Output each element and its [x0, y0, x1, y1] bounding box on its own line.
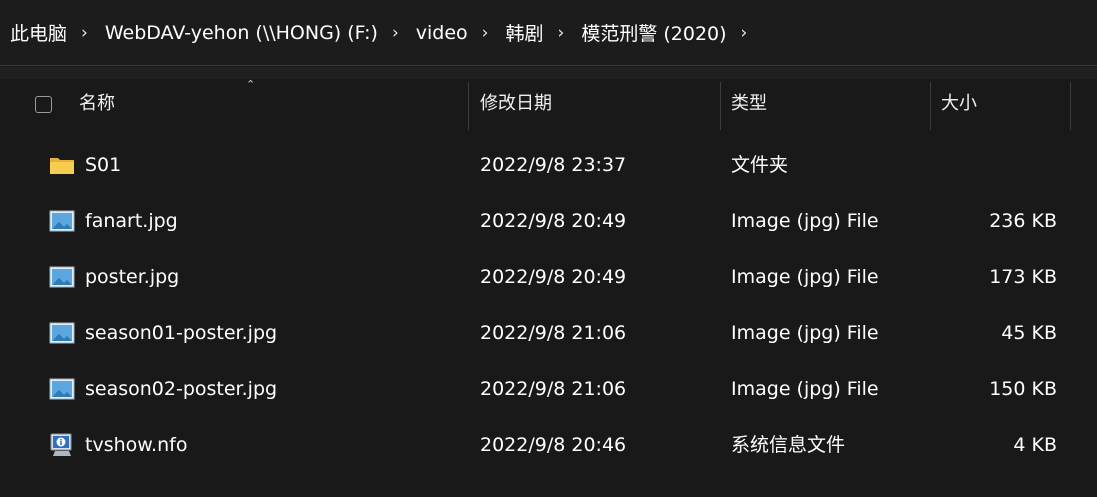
- file-type: Image (jpg) File: [731, 322, 879, 344]
- image-file-icon: [49, 378, 75, 400]
- image-file-icon: [49, 266, 75, 288]
- file-name: fanart.jpg: [85, 210, 178, 232]
- file-type: Image (jpg) File: [731, 266, 879, 288]
- file-size: 173 KB: [989, 266, 1057, 288]
- breadcrumb-item-kdrama[interactable]: 韩剧: [505, 19, 543, 46]
- column-divider[interactable]: [720, 82, 721, 130]
- folder-icon: [50, 158, 74, 174]
- breadcrumb-item-current-folder[interactable]: 模范刑警 (2020): [581, 19, 726, 46]
- sort-ascending-icon: ⌃: [246, 78, 256, 91]
- file-date: 2022/9/8 21:06: [480, 378, 627, 400]
- breadcrumb-item-video[interactable]: video: [416, 22, 468, 44]
- file-date: 2022/9/8 20:46: [480, 434, 627, 456]
- image-file-icon: [49, 322, 75, 344]
- file-name: S01: [85, 154, 122, 176]
- image-file-icon: [49, 210, 75, 232]
- file-row[interactable]: S01 2022/9/8 23:37 文件夹: [0, 137, 1097, 193]
- file-row[interactable]: tvshow.nfo 2022/9/8 20:46 系统信息文件 4 KB: [0, 417, 1097, 473]
- column-header-date[interactable]: 修改日期: [480, 92, 552, 116]
- file-size: 150 KB: [989, 378, 1057, 400]
- file-date: 2022/9/8 23:37: [480, 154, 627, 176]
- file-name: tvshow.nfo: [85, 434, 188, 456]
- chevron-right-icon[interactable]: ›: [558, 23, 565, 43]
- file-size: 236 KB: [989, 210, 1057, 232]
- column-divider[interactable]: [930, 82, 931, 130]
- file-row[interactable]: season01-poster.jpg 2022/9/8 21:06 Image…: [0, 305, 1097, 361]
- file-date: 2022/9/8 20:49: [480, 210, 627, 232]
- file-row[interactable]: poster.jpg 2022/9/8 20:49 Image (jpg) Fi…: [0, 249, 1097, 305]
- column-divider[interactable]: [1070, 82, 1071, 130]
- breadcrumb-item-drive[interactable]: WebDAV-yehon (\\HONG) (F:): [105, 22, 378, 44]
- file-name: season02-poster.jpg: [85, 378, 278, 400]
- file-date: 2022/9/8 20:49: [480, 266, 627, 288]
- column-divider[interactable]: [468, 82, 469, 130]
- file-date: 2022/9/8 21:06: [480, 322, 627, 344]
- info-file-icon: [50, 433, 72, 456]
- chevron-right-icon[interactable]: ›: [81, 23, 88, 43]
- file-type: 系统信息文件: [731, 434, 846, 456]
- file-type: Image (jpg) File: [731, 210, 879, 232]
- breadcrumb: 此电脑 › WebDAV-yehon (\\HONG) (F:) › video…: [0, 0, 764, 66]
- file-type: Image (jpg) File: [731, 378, 879, 400]
- file-name: season01-poster.jpg: [85, 322, 278, 344]
- file-row[interactable]: fanart.jpg 2022/9/8 20:49 Image (jpg) Fi…: [0, 193, 1097, 249]
- column-header-name[interactable]: 名称: [79, 92, 115, 116]
- column-header-size[interactable]: 大小: [941, 92, 977, 116]
- file-type: 文件夹: [731, 154, 789, 176]
- breadcrumb-item-this-pc[interactable]: 此电脑: [10, 19, 67, 46]
- select-all-checkbox[interactable]: [35, 96, 52, 113]
- chevron-right-icon[interactable]: ›: [741, 23, 748, 43]
- chevron-right-icon[interactable]: ›: [482, 23, 489, 43]
- column-header-type[interactable]: 类型: [731, 92, 767, 116]
- file-size: 4 KB: [1013, 434, 1057, 456]
- file-name: poster.jpg: [85, 266, 180, 288]
- file-row[interactable]: season02-poster.jpg 2022/9/8 21:06 Image…: [0, 361, 1097, 417]
- chevron-right-icon[interactable]: ›: [392, 23, 399, 43]
- address-bar[interactable]: 此电脑 › WebDAV-yehon (\\HONG) (F:) › video…: [0, 0, 1097, 66]
- file-size: 45 KB: [1001, 322, 1057, 344]
- file-size: [930, 137, 1057, 193]
